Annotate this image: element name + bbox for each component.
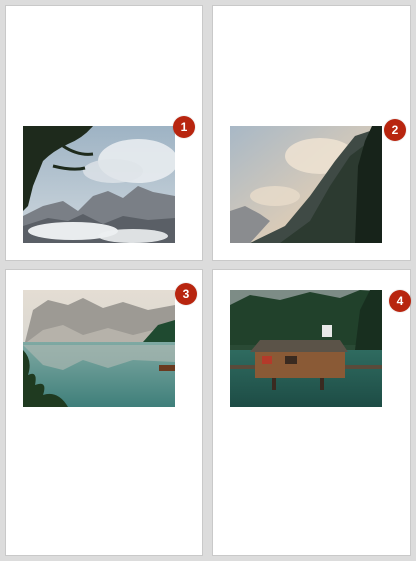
- page-number-badge: 4: [389, 290, 411, 312]
- page-thumbnail-4[interactable]: 4: [212, 269, 411, 556]
- page-number-badge: 3: [175, 283, 197, 305]
- photo-alpine-lake: [23, 290, 175, 407]
- page-number-badge: 2: [384, 119, 406, 141]
- page-thumbnail-3[interactable]: 3: [5, 269, 203, 556]
- page-thumbnail-2[interactable]: 2: [212, 5, 411, 261]
- page-number-badge: 1: [173, 116, 195, 138]
- page-thumbnail-1[interactable]: 1: [5, 5, 203, 261]
- photo-boathouse: [230, 290, 382, 407]
- photo-mountain-sunrise: [230, 126, 382, 243]
- photo-misty-mountains: [23, 126, 175, 243]
